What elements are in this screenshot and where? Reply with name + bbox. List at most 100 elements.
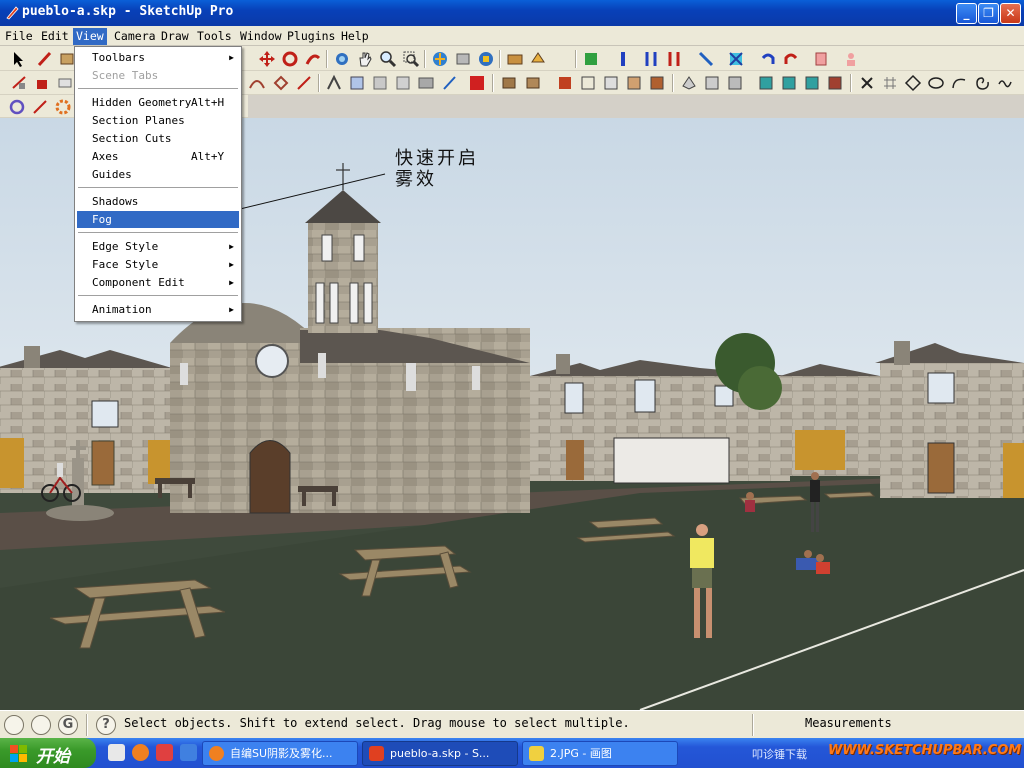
- sandbox-icon[interactable]: [582, 50, 600, 68]
- push-pull-icon[interactable]: [614, 50, 632, 68]
- credits-icon[interactable]: [31, 715, 51, 735]
- style-xray-icon[interactable]: [556, 74, 574, 92]
- paint-icon[interactable]: [34, 74, 52, 92]
- menu-item-component-edit[interactable]: Component Edit ▶: [77, 274, 239, 291]
- menu-edit[interactable]: Edit: [38, 28, 72, 45]
- iso-view-icon[interactable]: [680, 74, 698, 92]
- spiral-icon[interactable]: [973, 74, 991, 92]
- offset-icon[interactable]: [295, 74, 313, 92]
- tag-icon[interactable]: [812, 50, 830, 68]
- flip-icon[interactable]: [642, 50, 660, 68]
- make-component-icon[interactable]: [10, 74, 28, 92]
- zoom-window-icon[interactable]: [402, 50, 420, 68]
- back-view-icon[interactable]: [780, 74, 798, 92]
- materials-icon[interactable]: [529, 50, 547, 68]
- center-houses: [530, 354, 880, 484]
- minimize-button[interactable]: _: [956, 3, 977, 24]
- share-model-icon[interactable]: [454, 50, 472, 68]
- menu-window[interactable]: Window: [237, 28, 285, 45]
- 3d-text-icon[interactable]: [394, 74, 412, 92]
- zoom-icon[interactable]: [379, 50, 397, 68]
- style-textured-icon[interactable]: [648, 74, 666, 92]
- draw-line-icon[interactable]: [31, 98, 49, 116]
- undo-icon[interactable]: [759, 50, 777, 68]
- line-pencil-icon[interactable]: [36, 50, 54, 68]
- texture-icon[interactable]: [524, 74, 542, 92]
- curve-icon[interactable]: [950, 74, 968, 92]
- ellipse-icon[interactable]: [927, 74, 945, 92]
- walk-icon[interactable]: [440, 74, 458, 92]
- taskbar-item-paint[interactable]: 2.JPG - 画图: [522, 741, 678, 766]
- profile-icon[interactable]: [842, 50, 860, 68]
- top-view-icon[interactable]: [703, 74, 721, 92]
- close-button[interactable]: ✕: [1000, 3, 1021, 24]
- gear-icon[interactable]: [54, 98, 72, 116]
- bottom-view-icon[interactable]: [826, 74, 844, 92]
- front-view-icon[interactable]: [726, 74, 744, 92]
- menu-draw[interactable]: Draw: [158, 28, 192, 45]
- eraser-icon[interactable]: [56, 74, 74, 92]
- app-quicklaunch-icon[interactable]: [156, 744, 173, 761]
- menu-item-fog[interactable]: Fog: [77, 211, 239, 228]
- left-view-icon[interactable]: [803, 74, 821, 92]
- diamond-icon[interactable]: [904, 74, 922, 92]
- scale-icon[interactable]: [665, 50, 683, 68]
- polygon-icon[interactable]: [272, 74, 290, 92]
- style-wireframe-icon[interactable]: [579, 74, 597, 92]
- show-desktop-icon[interactable]: [108, 744, 125, 761]
- section-plane-icon[interactable]: [417, 74, 435, 92]
- menu-item-section-planes[interactable]: Section Planes: [77, 112, 239, 129]
- maximize-button[interactable]: ❐: [978, 3, 999, 24]
- rotate-icon[interactable]: [281, 50, 299, 68]
- menu-item-edge-style[interactable]: Edge Style ▶: [77, 238, 239, 255]
- box-icon[interactable]: [500, 74, 518, 92]
- close-x-icon[interactable]: [858, 74, 876, 92]
- tape-measure-icon[interactable]: [697, 50, 715, 68]
- intersect-icon[interactable]: [727, 50, 745, 68]
- start-button[interactable]: 开始: [0, 738, 96, 768]
- orbit-camera-icon[interactable]: [8, 98, 26, 116]
- style-hidden-line-icon[interactable]: [602, 74, 620, 92]
- menu-plugins[interactable]: Plugins: [284, 28, 338, 45]
- move-icon[interactable]: [258, 50, 276, 68]
- menu-help[interactable]: Help: [338, 28, 372, 45]
- help-icon[interactable]: ?: [96, 715, 116, 735]
- submenu-arrow-icon: ▶: [229, 278, 234, 287]
- ruby-plugin-icon[interactable]: [468, 74, 486, 92]
- menu-view[interactable]: View: [73, 28, 107, 45]
- text-icon[interactable]: [348, 74, 366, 92]
- google-icon[interactable]: G: [58, 715, 78, 735]
- firefox-quicklaunch-icon[interactable]: [132, 744, 149, 761]
- taskbar-item-browser[interactable]: 自编SU阴影及雾化...: [202, 741, 358, 766]
- menu-tools[interactable]: Tools: [194, 28, 235, 45]
- share-component-icon[interactable]: [477, 50, 495, 68]
- select-arrow-icon[interactable]: [10, 50, 28, 68]
- geo-location-icon[interactable]: [4, 715, 24, 735]
- menu-camera[interactable]: Camera: [111, 28, 159, 45]
- style-shaded-icon[interactable]: [625, 74, 643, 92]
- freehand-icon[interactable]: [996, 74, 1014, 92]
- orbit-icon[interactable]: [333, 50, 351, 68]
- get-models-icon[interactable]: [431, 50, 449, 68]
- pan-hand-icon[interactable]: [356, 50, 374, 68]
- follow-me-icon[interactable]: [304, 50, 322, 68]
- menu-item-axes[interactable]: Axes Alt+Y: [77, 148, 239, 165]
- dimension-icon[interactable]: [325, 74, 343, 92]
- taskbar-item-sketchup[interactable]: pueblo-a.skp - S...: [362, 741, 518, 766]
- more-quicklaunch-icon[interactable]: [180, 744, 197, 761]
- arc-icon[interactable]: [248, 74, 266, 92]
- menu-item-guides[interactable]: Guides: [77, 166, 239, 183]
- menu-item-hidden-geometry[interactable]: Hidden Geometry Alt+H: [77, 94, 239, 111]
- menu-item-face-style[interactable]: Face Style ▶: [77, 256, 239, 273]
- menu-item-section-cuts[interactable]: Section Cuts: [77, 130, 239, 147]
- menu-item-toolbars[interactable]: Toolbars ▶: [77, 49, 239, 66]
- axes-icon[interactable]: [371, 74, 389, 92]
- menu-item-shadows[interactable]: Shadows: [77, 193, 239, 210]
- components-icon[interactable]: [506, 50, 524, 68]
- menu-item-animation[interactable]: Animation ▶: [77, 301, 239, 318]
- grid-icon[interactable]: [881, 74, 899, 92]
- menu-file[interactable]: File: [2, 28, 36, 45]
- redo-icon[interactable]: [782, 50, 800, 68]
- right-view-icon[interactable]: [757, 74, 775, 92]
- title-bar[interactable]: pueblo-a.skp - SketchUp Pro _ ❐ ✕: [0, 0, 1024, 26]
